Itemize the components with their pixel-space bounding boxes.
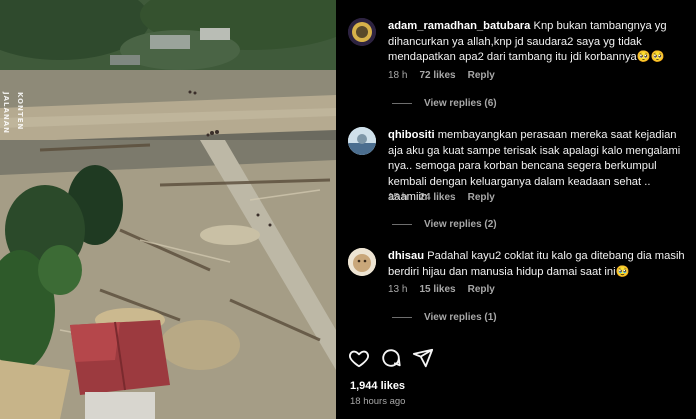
- media-watermark: KONTEN JALANAN: [2, 92, 27, 134]
- view-replies-label: View replies (2): [424, 219, 497, 230]
- comment-meta: 15 h 24 likes Reply: [388, 192, 495, 203]
- view-replies-button[interactable]: View replies (2): [392, 219, 497, 230]
- comment-time: 18 h: [388, 70, 408, 81]
- comment-likes[interactable]: 72 likes: [419, 70, 455, 81]
- comment-text-block: adam_ramadhan_batubara Knp bukan tambang…: [388, 19, 688, 66]
- heart-icon[interactable]: [348, 347, 370, 369]
- comment-username[interactable]: qhibositi: [388, 129, 435, 141]
- post-media[interactable]: KONTEN JALANAN: [0, 0, 336, 419]
- divider-line: [392, 223, 412, 225]
- watermark-text-bottom: JALANAN: [2, 92, 10, 135]
- avatar[interactable]: [348, 18, 376, 46]
- post-likes-count[interactable]: 1,944 likes: [350, 380, 405, 392]
- share-icon[interactable]: [412, 347, 434, 369]
- comment-username[interactable]: adam_ramadhan_batubara: [388, 20, 530, 32]
- comment-meta: 18 h 72 likes Reply: [388, 70, 495, 81]
- comment-text-block: dhisau Padahal kayu2 coklat itu kalo ga …: [388, 249, 688, 280]
- reply-button[interactable]: Reply: [468, 70, 495, 81]
- comment-meta: 13 h 15 likes Reply: [388, 284, 495, 295]
- comment-icon[interactable]: [380, 347, 402, 369]
- divider-line: [392, 316, 412, 318]
- reply-button[interactable]: Reply: [468, 284, 495, 295]
- comment-time: 13 h: [388, 284, 408, 295]
- view-replies-button[interactable]: View replies (1): [392, 312, 497, 323]
- view-replies-button[interactable]: View replies (6): [392, 98, 497, 109]
- avatar-image: [348, 248, 376, 276]
- comment-username[interactable]: dhisau: [388, 250, 424, 262]
- comment-likes[interactable]: 15 likes: [419, 284, 455, 295]
- view-replies-label: View replies (6): [424, 98, 497, 109]
- view-replies-label: View replies (1): [424, 312, 497, 323]
- avatar-image: [348, 18, 376, 46]
- comment-time: 15 h: [388, 192, 408, 203]
- flood-aerial-photo: [0, 0, 336, 419]
- post-timestamp: 18 hours ago: [350, 396, 406, 407]
- reply-button[interactable]: Reply: [468, 192, 495, 203]
- avatar[interactable]: [348, 127, 376, 155]
- divider-line: [392, 102, 412, 104]
- comment-likes[interactable]: 24 likes: [419, 192, 455, 203]
- comment-body: Padahal kayu2 coklat itu kalo ga diteban…: [388, 250, 685, 278]
- avatar-image: [348, 127, 376, 155]
- avatar[interactable]: [348, 248, 376, 276]
- watermark-text-top: KONTEN: [16, 92, 24, 131]
- comments-panel: adam_ramadhan_batubara Knp bukan tambang…: [336, 0, 696, 419]
